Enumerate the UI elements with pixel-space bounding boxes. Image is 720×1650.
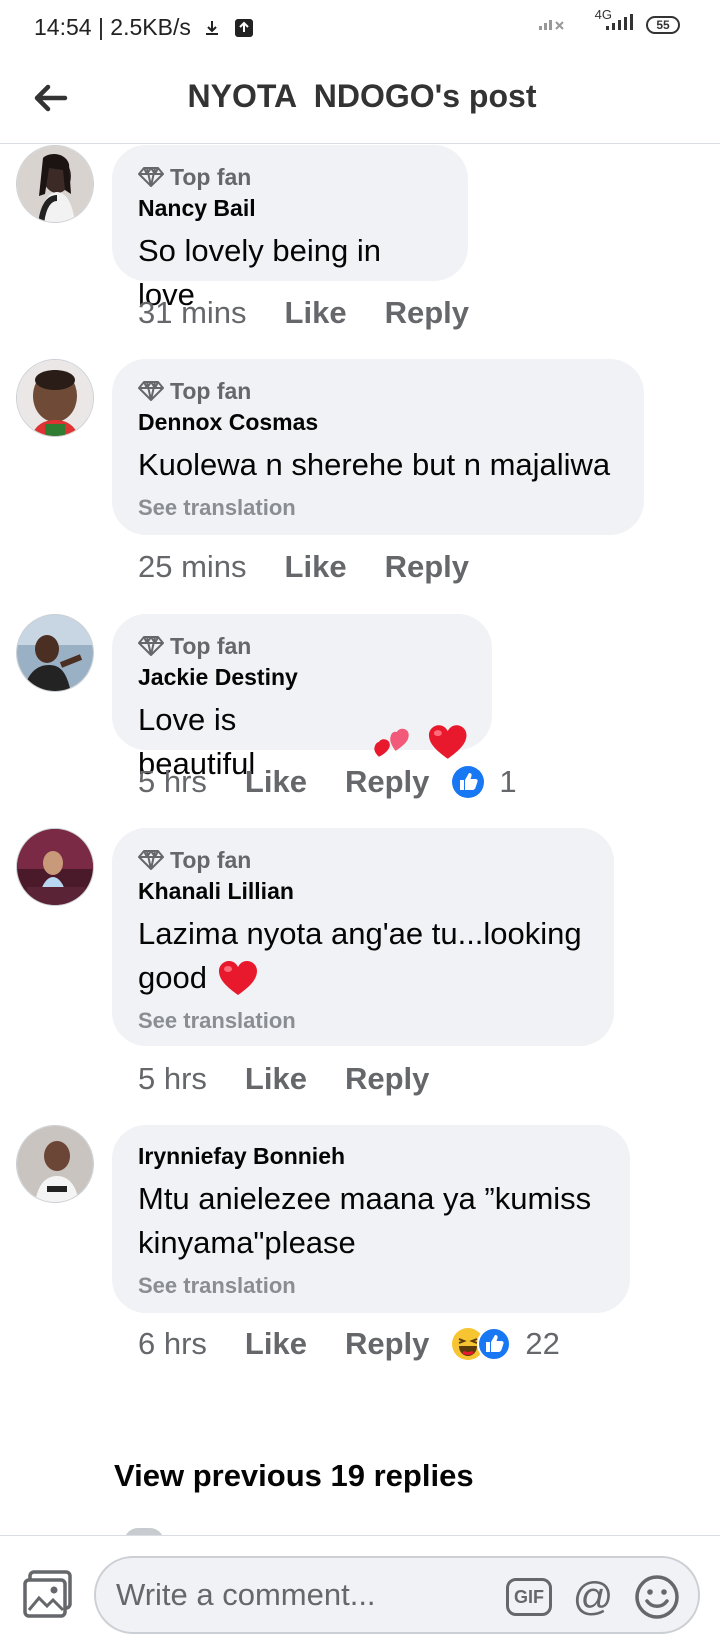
- comment-actions: 31 mins Like Reply: [138, 295, 507, 331]
- avatar[interactable]: [16, 828, 94, 906]
- comment-actions: 5 hrs Like Reply: [138, 1061, 467, 1097]
- two-hearts-emoji-icon: [374, 728, 409, 757]
- download-icon: [201, 17, 223, 39]
- avatar[interactable]: [16, 359, 94, 437]
- like-button[interactable]: Like: [285, 295, 347, 331]
- red-heart-emoji-icon: [428, 725, 467, 759]
- gif-button[interactable]: GIF: [506, 1578, 552, 1616]
- comment-author[interactable]: Nancy Bail: [138, 195, 444, 225]
- reply-button[interactable]: Reply: [385, 549, 469, 585]
- reply-button[interactable]: Reply: [385, 295, 469, 331]
- top-fan-label: Top fan: [170, 632, 252, 659]
- photo-button[interactable]: [22, 1568, 74, 1620]
- like-button[interactable]: Like: [285, 549, 347, 585]
- status-time-speed: 14:54 | 2.5KB/s: [34, 14, 191, 40]
- comment-text-line-1: Lazima nyota ang'ae tu...looking: [138, 916, 582, 951]
- photo-icon: [23, 1570, 72, 1618]
- smiley-icon: [635, 1575, 679, 1619]
- like-reaction-icon: [452, 766, 485, 798]
- avatar[interactable]: [16, 1125, 94, 1203]
- page-title: NYOTA NDOGO's post: [187, 78, 537, 114]
- comment-composer: GIF @: [0, 1535, 720, 1650]
- battery-indicator: 55: [646, 15, 680, 34]
- comment-time[interactable]: 5 hrs: [138, 764, 207, 800]
- status-bar-left: 14:54 | 2.5KB/s: [34, 14, 255, 41]
- diamond-icon: [138, 636, 164, 656]
- reaction-count: 1: [499, 764, 517, 799]
- comment-text: Kuolewa n sherehe but n majaliwa: [138, 447, 611, 482]
- top-fan-label: Top fan: [170, 163, 252, 190]
- upload-notification-icon: [233, 17, 255, 39]
- comment-text-line-2: good: [138, 960, 207, 995]
- comment-time[interactable]: 31 mins: [138, 295, 247, 331]
- like-button[interactable]: Like: [245, 764, 307, 800]
- red-heart-emoji-icon: [218, 961, 257, 995]
- comment-bubble: Top fan Nancy Bail So lovely being in lo…: [112, 145, 468, 312]
- comment-author[interactable]: Khanali Lillian: [138, 878, 590, 908]
- comment-time[interactable]: 25 mins: [138, 549, 247, 585]
- mention-button[interactable]: @: [570, 1574, 616, 1620]
- comment-time[interactable]: 6 hrs: [138, 1326, 207, 1362]
- network-type: 4G: [594, 7, 612, 22]
- like-button[interactable]: Like: [245, 1061, 307, 1097]
- like-reaction-icon: [477, 1327, 512, 1361]
- reply-button[interactable]: Reply: [345, 764, 429, 800]
- comment-author[interactable]: Irynniefay Bonnieh: [138, 1143, 606, 1173]
- comment-author[interactable]: Dennox Cosmas: [138, 409, 620, 439]
- reply-button[interactable]: Reply: [345, 1061, 429, 1097]
- status-bar: 14:54 | 2.5KB/s 4G 55: [0, 0, 720, 56]
- top-fan-label: Top fan: [170, 377, 252, 404]
- reactions-summary[interactable]: 22: [451, 1326, 560, 1362]
- emoji-button[interactable]: [634, 1574, 680, 1620]
- diamond-icon: [138, 381, 164, 401]
- comment-text-row: good: [138, 956, 590, 1000]
- top-fan-badge: Top fan: [138, 844, 590, 876]
- comment-bubble: Irynniefay Bonnieh Mtu anielezee maana y…: [112, 1125, 630, 1313]
- post-header: NYOTA NDOGO's post: [0, 60, 720, 144]
- see-translation-link[interactable]: See translation: [138, 1273, 606, 1301]
- comment-bubble: Top fan Jackie Destiny Love is beautiful: [112, 614, 492, 781]
- top-fan-badge: Top fan: [138, 161, 444, 193]
- reply-button[interactable]: Reply: [345, 1326, 429, 1362]
- comment-input-wrapper: GIF @: [94, 1556, 700, 1634]
- top-fan-badge: Top fan: [138, 630, 468, 662]
- see-translation-link[interactable]: See translation: [138, 1008, 590, 1036]
- comment-author[interactable]: Jackie Destiny: [138, 664, 468, 694]
- comment-actions: 25 mins Like Reply: [138, 549, 507, 585]
- diamond-icon: [138, 850, 164, 870]
- diamond-icon: [138, 167, 164, 187]
- avatar[interactable]: [16, 614, 94, 692]
- view-previous-replies-link[interactable]: View previous 19 replies: [114, 1458, 474, 1494]
- like-button[interactable]: Like: [245, 1326, 307, 1362]
- comment-bubble: Top fan Khanali Lillian Lazima nyota ang…: [112, 828, 614, 1046]
- status-bar-right: 4G 55: [537, 7, 680, 37]
- see-translation-link[interactable]: See translation: [138, 495, 620, 523]
- comment-time[interactable]: 5 hrs: [138, 1061, 207, 1097]
- comment-text-line-2: kinyama"please: [138, 1225, 356, 1260]
- reactions-summary[interactable]: 1: [451, 764, 517, 800]
- top-fan-badge: Top fan: [138, 375, 620, 407]
- reaction-count: 22: [525, 1326, 560, 1361]
- comment-actions: 5 hrs Like Reply 1: [138, 764, 517, 800]
- top-fan-label: Top fan: [170, 846, 252, 873]
- comment-bubble: Top fan Dennox Cosmas Kuolewa n sherehe …: [112, 359, 644, 535]
- comment-text-line-1: Mtu anielezee maana ya ”kumiss: [138, 1181, 592, 1216]
- signal-weak-icon: [537, 12, 567, 37]
- comment-input[interactable]: [116, 1558, 476, 1632]
- avatar[interactable]: [16, 145, 94, 223]
- comment-actions: 6 hrs Like Reply 22: [138, 1326, 560, 1362]
